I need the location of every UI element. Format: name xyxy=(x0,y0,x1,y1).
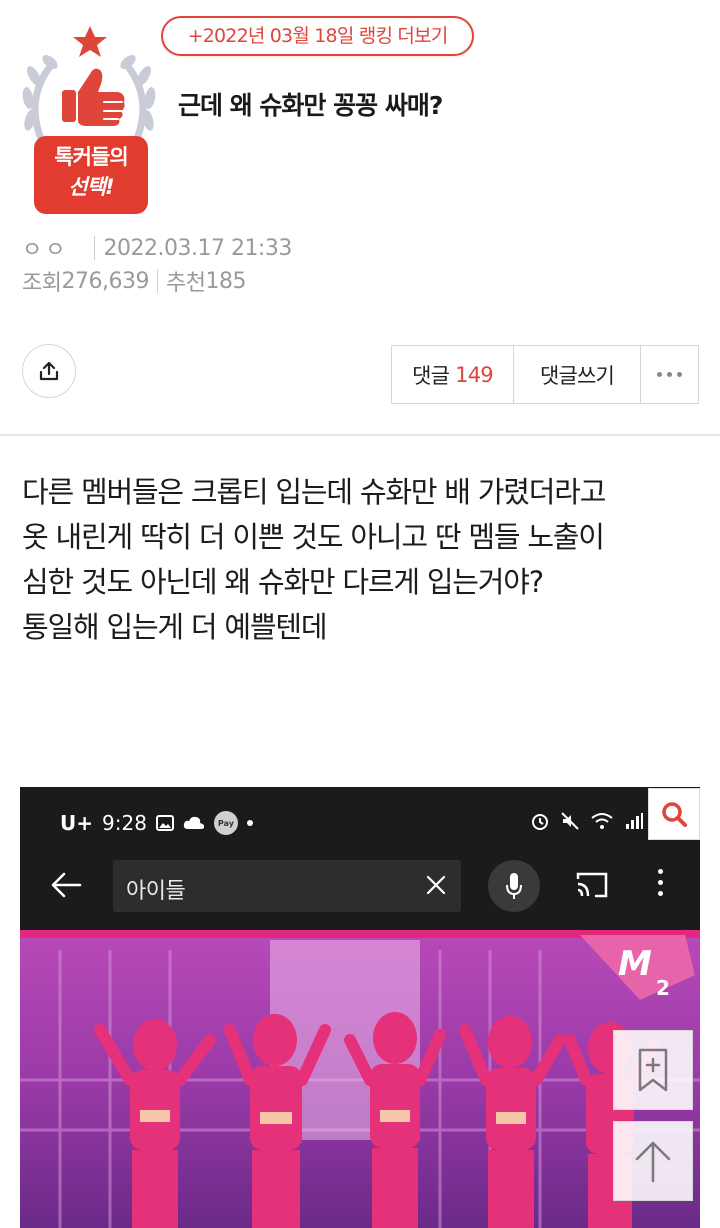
ranking-more-link[interactable]: +2022년 03월 18일 랭킹 더보기 xyxy=(161,16,474,56)
write-comment-button[interactable]: 댓글쓰기 xyxy=(514,346,641,403)
post-body-line: 다른 멤버들은 크롭티 입는데 슈화만 배 가렸더라고 xyxy=(22,475,606,509)
meta-divider xyxy=(156,269,158,293)
thumbs-up-icon xyxy=(62,68,125,126)
cast-icon[interactable] xyxy=(575,871,609,899)
status-time: 9:28 xyxy=(102,811,147,835)
post-title: 근데 왜 슈화만 꽁꽁 싸매? xyxy=(178,91,443,120)
wifi-icon xyxy=(591,813,613,829)
mic-icon xyxy=(506,873,522,899)
search-input[interactable]: 아이들 xyxy=(113,860,461,912)
recommend-label: 추천 xyxy=(165,271,206,296)
youtube-search-bar: 아이들 xyxy=(20,857,700,924)
comment-actions: 댓글 149 댓글쓰기 xyxy=(391,345,699,404)
video-frame-image: M 2 xyxy=(20,930,700,1228)
comments-button[interactable]: 댓글 149 xyxy=(392,346,514,403)
views-count: 276,639 xyxy=(61,268,149,294)
svg-text:2: 2 xyxy=(656,976,670,1000)
post-body: 다른 멤버들은 크롭티 입는데 슈화만 배 가렸더라고 옷 내린게 딱히 더 이… xyxy=(22,470,702,650)
more-dots-icon xyxy=(657,372,682,377)
video-thumbnail[interactable]: M 2 xyxy=(20,930,700,1228)
post-datetime: 2022.03.17 21:33 xyxy=(103,235,292,261)
cloud-icon xyxy=(183,816,205,829)
author-name: ㅇㅇ xyxy=(22,238,69,263)
back-arrow-icon[interactable] xyxy=(50,871,82,899)
post-body-line: 심한 것도 아닌데 왜 슈화만 다르게 입는거야? xyxy=(22,565,544,599)
gallery-icon xyxy=(155,815,174,831)
mute-icon xyxy=(561,812,579,830)
clear-icon[interactable] xyxy=(425,874,447,896)
scroll-top-icon xyxy=(635,1141,671,1183)
views-label: 조회 xyxy=(22,271,62,296)
post-meta-author: ㅇㅇ 2022.03.17 21:33 xyxy=(22,232,292,264)
badge-label: 톡커들의 선택! xyxy=(34,142,148,202)
bookmark-button[interactable] xyxy=(613,1030,693,1110)
badge-label-line1: 톡커들의 xyxy=(54,145,128,169)
more-button[interactable] xyxy=(641,346,698,403)
search-query: 아이들 xyxy=(126,879,186,904)
svg-text:M: M xyxy=(618,944,652,984)
meta-divider xyxy=(94,236,96,260)
post-meta-stats: 조회 276,639 추천 185 xyxy=(22,265,246,297)
share-icon xyxy=(39,361,59,381)
embedded-screenshot[interactable]: U+ 9:28 Pay 아이들 M 2 xyxy=(20,787,700,1228)
comments-count: 149 xyxy=(455,362,493,387)
section-divider xyxy=(0,434,720,436)
star-icon xyxy=(73,26,107,57)
kebab-icon[interactable] xyxy=(658,869,663,896)
pay-icon: Pay xyxy=(213,811,238,835)
mic-button[interactable] xyxy=(488,860,540,912)
notification-dot-icon xyxy=(246,820,253,826)
post-body-line: 통일해 입는게 더 예쁠텐데 xyxy=(22,610,328,644)
share-button[interactable] xyxy=(22,344,76,398)
alarm-icon xyxy=(532,814,548,830)
signal-icon xyxy=(626,813,643,829)
bookmark-add-icon xyxy=(638,1048,668,1092)
post-body-line: 옷 내린게 딱히 더 이쁜 것도 아니고 딴 멤들 노출이 xyxy=(22,520,605,554)
recommend-count: 185 xyxy=(205,268,246,294)
comments-label: 댓글 xyxy=(412,363,450,388)
carrier-label: U+ xyxy=(60,811,93,835)
phone-status-bar: U+ 9:28 Pay xyxy=(20,787,700,857)
top-talker-badge: 톡커들의 선택! xyxy=(22,24,156,216)
floating-search-button[interactable] xyxy=(648,788,700,840)
search-icon xyxy=(662,802,687,827)
badge-label-line2: 선택! xyxy=(68,175,114,199)
scroll-top-button[interactable] xyxy=(613,1121,693,1201)
